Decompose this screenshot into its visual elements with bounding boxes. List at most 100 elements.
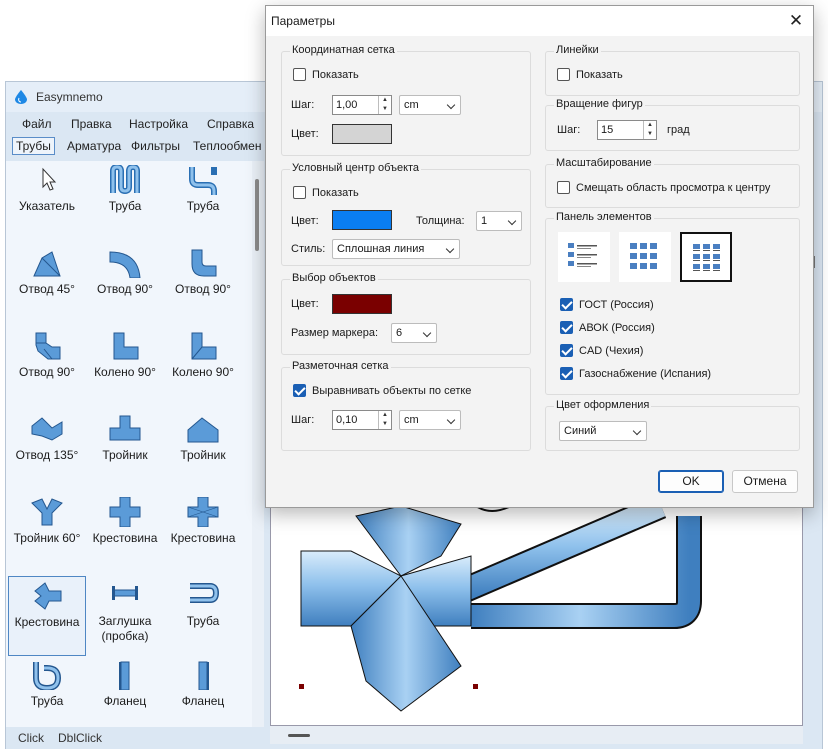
library-avok-checkbox[interactable]: [560, 321, 573, 334]
grid-color-swatch[interactable]: [332, 124, 392, 144]
grid-step-value: 1,00: [336, 99, 358, 111]
spin-down-icon[interactable]: ▼: [379, 105, 391, 114]
snap-step-spinner[interactable]: 0,10 ▲ ▼: [332, 410, 392, 430]
center-show-checkbox[interactable]: [293, 186, 306, 199]
tab-filters[interactable]: Фильтры: [128, 138, 183, 154]
center-thickness-dropdown[interactable]: 1: [476, 211, 522, 231]
tool-tee[interactable]: Тройник: [86, 410, 164, 490]
tool-pointer[interactable]: Указатель: [8, 161, 86, 241]
spin-up-icon[interactable]: ▲: [644, 121, 656, 130]
pointer-icon: [42, 167, 57, 191]
spin-down-icon[interactable]: ▼: [644, 130, 656, 139]
rotation-unit-label: град: [667, 124, 690, 136]
snap-step-label: Шаг:: [291, 414, 315, 426]
tool-bend-90-square[interactable]: Отвод 90°: [164, 244, 242, 324]
tool-elbow-90-alt[interactable]: Колено 90°: [164, 327, 242, 407]
library-avok-label: АВОК (Россия): [579, 322, 655, 334]
selection-marker[interactable]: [299, 684, 304, 689]
tool-bend-90-segmented[interactable]: Отвод 90°: [8, 327, 86, 407]
chevron-down-icon: [446, 100, 456, 110]
tab-heat-exchange[interactable]: Теплообмен: [190, 138, 264, 154]
menu-file[interactable]: Файл: [22, 117, 52, 131]
spinner-arrows[interactable]: ▲ ▼: [378, 96, 391, 114]
tool-label: Труба: [30, 694, 64, 708]
rulers-group: Линейки Показать: [545, 44, 800, 96]
scroll-thumb[interactable]: [288, 734, 310, 737]
library-gas-checkbox[interactable]: [560, 367, 573, 380]
library-cad-checkbox[interactable]: [560, 344, 573, 357]
pipe-return-icon: [190, 583, 220, 603]
drawing-canvas[interactable]: [270, 506, 803, 726]
snap-align-label: Выравнивать объекты по сетке: [312, 385, 472, 397]
tool-pipe-u[interactable]: Труба: [86, 161, 164, 241]
tool-pipe-loop[interactable]: Труба: [8, 656, 86, 736]
scroll-thumb[interactable]: [255, 179, 259, 251]
center-style-dropdown[interactable]: Сплошная линия: [332, 239, 460, 259]
category-tabs: Трубы Арматура Фильтры Теплообмен: [6, 136, 276, 158]
tool-label: Колено 90°: [94, 365, 156, 379]
chevron-down-icon: [446, 415, 456, 425]
center-group: Условный центр объекта Показать Цвет: То…: [281, 162, 531, 266]
tool-tee-60[interactable]: Тройник 60°: [8, 493, 86, 573]
close-icon[interactable]: ✕: [785, 10, 807, 32]
grid-show-checkbox[interactable]: [293, 68, 306, 81]
chevron-down-icon: [507, 216, 517, 226]
horizontal-scrollbar[interactable]: [270, 726, 803, 744]
tool-pipe-s[interactable]: Труба: [164, 161, 242, 241]
selection-color-swatch[interactable]: [332, 294, 392, 314]
scaling-shift-checkbox[interactable]: [557, 181, 570, 194]
snap-align-checkbox[interactable]: [293, 384, 306, 397]
menu-settings[interactable]: Настройка: [129, 117, 188, 131]
bend-90-square-icon: [191, 249, 217, 277]
grid-labels-layout-button[interactable]: [680, 232, 732, 282]
tool-flange[interactable]: Фланец: [86, 656, 164, 736]
selection-marker-dropdown[interactable]: 6: [391, 323, 437, 343]
center-color-swatch[interactable]: [332, 210, 392, 230]
snap-unit-dropdown[interactable]: cm: [399, 410, 461, 430]
tool-label: Тройник 60°: [13, 531, 81, 545]
tool-bend-135[interactable]: Отвод 135°: [8, 410, 86, 490]
grid-unit-dropdown[interactable]: cm: [399, 95, 461, 115]
menu-edit[interactable]: Правка: [71, 117, 112, 131]
tab-fittings[interactable]: Арматура: [64, 138, 124, 154]
palette-group-title: Панель элементов: [554, 211, 654, 223]
spin-down-icon[interactable]: ▼: [379, 420, 391, 429]
grid-step-label: Шаг:: [291, 99, 315, 111]
spin-up-icon[interactable]: ▲: [379, 96, 391, 105]
library-gost-checkbox[interactable]: [560, 298, 573, 311]
tool-bend-45[interactable]: Отвод 45°: [8, 244, 86, 324]
tool-bend-90[interactable]: Отвод 90°: [86, 244, 164, 324]
tool-plug[interactable]: Заглушка (пробка): [86, 576, 164, 656]
list-layout-button[interactable]: [558, 232, 610, 282]
tool-cross[interactable]: Крестовина: [86, 493, 164, 573]
spinner-arrows[interactable]: ▲ ▼: [378, 411, 391, 429]
tool-cross-alt[interactable]: Крестовина: [164, 493, 242, 573]
tool-label: Труба: [108, 199, 142, 213]
tool-pipe-return[interactable]: Труба: [164, 576, 242, 656]
tee-icon: [109, 415, 141, 441]
tab-pipes[interactable]: Трубы: [12, 137, 55, 155]
tool-flange-alt[interactable]: Фланец: [164, 656, 242, 736]
pipe-s-icon: [189, 167, 217, 195]
ok-button[interactable]: OK: [658, 470, 724, 493]
scaling-group-title: Масштабирование: [554, 157, 654, 169]
grid-labels-layout-icon: [693, 244, 720, 271]
rulers-show-checkbox[interactable]: [557, 68, 570, 81]
theme-dropdown[interactable]: Синий: [559, 421, 647, 441]
selection-marker[interactable]: [473, 684, 478, 689]
tool-label: Труба: [186, 199, 220, 213]
spinner-arrows[interactable]: ▲ ▼: [643, 121, 656, 139]
rotation-step-spinner[interactable]: 15 ▲ ▼: [597, 120, 657, 140]
scaling-group: Масштабирование Смещать область просмотр…: [545, 157, 800, 208]
spin-up-icon[interactable]: ▲: [379, 411, 391, 420]
panel-scrollbar[interactable]: [252, 161, 264, 727]
tool-label: Тройник: [102, 448, 148, 462]
tool-tee-angled[interactable]: Тройник: [164, 410, 242, 490]
tool-cross-angled[interactable]: Крестовина: [8, 576, 86, 656]
tool-elbow-90[interactable]: Колено 90°: [86, 327, 164, 407]
rulers-show-label: Показать: [576, 69, 623, 81]
cancel-button[interactable]: Отмена: [732, 470, 798, 493]
grid-step-spinner[interactable]: 1,00 ▲ ▼: [332, 95, 392, 115]
menu-help[interactable]: Справка: [207, 117, 254, 131]
grid-layout-button[interactable]: [619, 232, 671, 282]
